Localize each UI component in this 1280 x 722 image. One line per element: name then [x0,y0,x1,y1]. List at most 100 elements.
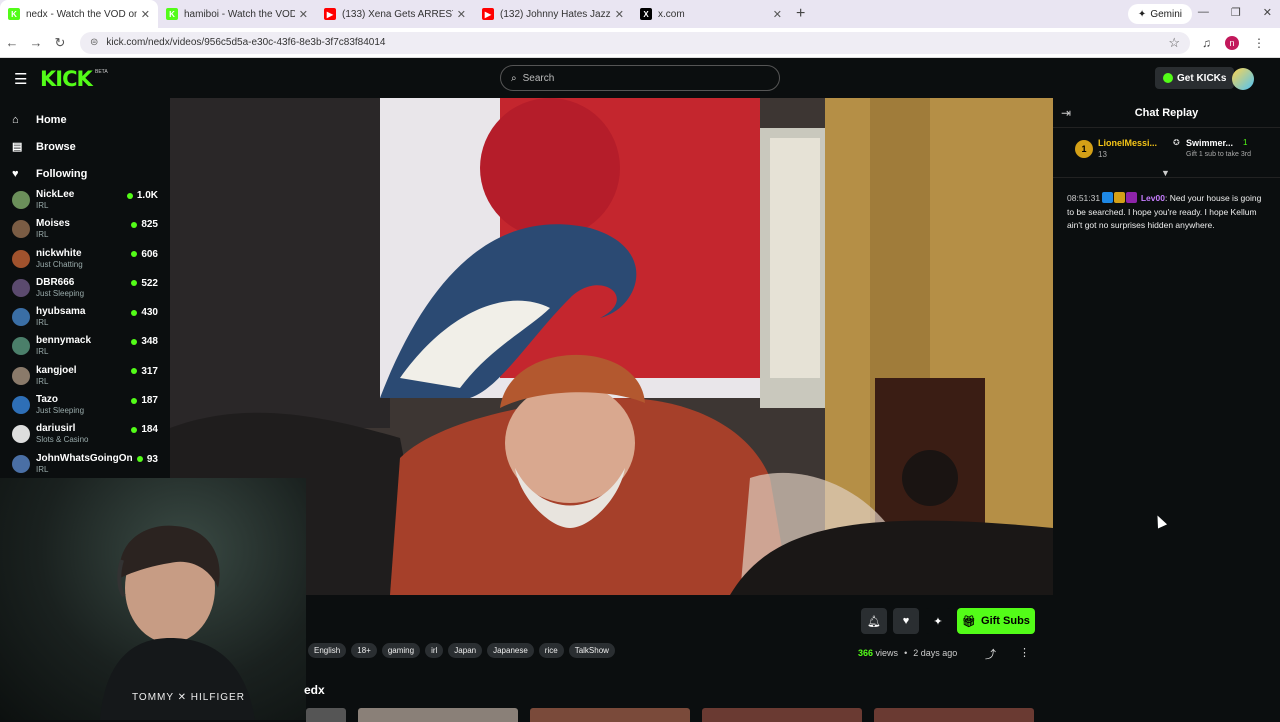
following-channel[interactable]: nickwhite Just Chatting 606 [0,246,170,275]
get-kicks-button[interactable]: Get KICKs [1155,67,1235,89]
gift-leaderboard: 1 LionelMessi... 13 ✪ Swimmer... 1 Gift … [1053,128,1280,178]
following-channel[interactable]: hyubsama IRL 430 [0,304,170,333]
browser-tab[interactable]: Knedx - Watch the VOD on K ✕ [0,0,158,28]
close-window-icon[interactable]: ✕ [1263,6,1272,19]
webcam-overlay: TOMMY ✕ HILFIGER [0,478,306,720]
sidebar-nav-browse[interactable]: ▤ Browse [0,133,170,160]
gifter-count: 13 [1098,150,1107,159]
gifter-badge-icon: ✪ [1173,138,1180,147]
browser-tab[interactable]: Xx.com ✕ [632,0,790,28]
following-channel[interactable]: bennymack IRL 348 [0,333,170,362]
views-label: views [875,648,899,658]
channel-avatar [12,220,30,239]
viewer-count-value: 184 [141,424,158,436]
close-tab-icon[interactable]: ✕ [299,8,308,21]
browser-tab[interactable]: Khamiboi - Watch the VOD on Ki ✕ [158,0,316,28]
gift-subs-button[interactable]: 🎁︎ Gift Subs [957,608,1035,634]
bell-icon: 🔔︎ [867,615,881,628]
kick-logo[interactable]: KICK [40,67,93,91]
message-username[interactable]: Lev00 [1141,193,1165,203]
expand-leaderboard-icon[interactable]: ▼ [1161,168,1170,178]
forward-icon[interactable]: → [24,35,48,50]
channel-category: Just Chatting [36,259,83,269]
channel-avatar [12,308,30,327]
following-channel[interactable]: NickLee IRL 1.0K [0,187,170,216]
live-dot-icon [131,251,138,258]
media-control-icon[interactable]: ♫ [1202,36,1211,50]
video-tag[interactable]: gaming [381,643,421,658]
site-info-icon[interactable]: ⊜ [90,37,98,48]
tab-favicon-icon: K [166,8,178,20]
close-tab-icon[interactable]: ✕ [773,8,782,21]
search-placeholder: Search [522,72,555,84]
tab-favicon-icon: ▶ [482,8,494,20]
notify-bell-button[interactable]: 🔔︎ [861,608,887,634]
browse-icon: ▤ [12,141,23,153]
channel-category: IRL [36,347,49,357]
gemini-button[interactable]: ✦ Gemini [1127,4,1192,24]
menu-kebab-icon[interactable]: ⋮ [1253,36,1265,50]
views-count: 366 [858,648,874,658]
close-tab-icon[interactable]: ✕ [141,8,150,21]
viewer-count-value: 93 [146,453,158,465]
live-dot-icon [131,221,138,228]
following-channel[interactable]: dariusirl Slots & Casino 184 [0,421,170,450]
back-icon[interactable]: ← [0,35,24,50]
viewer-count: 184 [131,424,158,435]
browser-tab[interactable]: ▶ (132) Johnny Hates Jazz - Shatt ✕ [474,0,632,28]
webcam-frame: TOMMY ✕ HILFIGER [100,525,255,720]
channel-avatar [12,366,30,385]
live-dot-icon [126,192,133,199]
minimize-icon[interactable]: — [1198,6,1209,19]
tab-favicon-icon: ▶ [324,8,336,20]
sidebar-nav-following[interactable]: ♥ Following [0,160,170,187]
gifter-note: Gift 1 sub to take 3rd [1186,151,1251,158]
close-tab-icon[interactable]: ✕ [457,8,466,21]
tab-list: Knedx - Watch the VOD on K ✕ Khamiboi - Wa… [0,0,790,28]
video-tag[interactable]: Japanese [487,643,534,658]
follow-heart-button[interactable]: ♥ [893,608,919,634]
sparkle-button[interactable]: ✦ [925,608,951,634]
sidebar-nav-home[interactable]: ⌂ Home [0,106,170,133]
kicks-coin-icon [1163,73,1173,83]
user-avatar[interactable] [1232,68,1254,90]
video-tag[interactable]: English [308,643,347,658]
live-dot-icon [131,426,138,433]
url-field[interactable]: ⊜ kick.com/nedx/videos/956c5d5a-e30c-43f… [80,31,1190,54]
video-tag[interactable]: TalkShow [568,643,615,658]
share-icon[interactable]: ⤴ [985,646,996,662]
tab-title: hamiboi - Watch the VOD on Ki [184,8,295,20]
close-tab-icon[interactable]: ✕ [615,8,624,21]
browser-tab[interactable]: ▶ (133) Xena Gets ARRESTED AG ✕ [316,0,474,28]
following-channel[interactable]: Moises IRL 825 [0,216,170,245]
video-tag[interactable]: Japan [448,643,483,658]
new-tab-button[interactable]: + [796,5,805,23]
hamburger-menu-icon[interactable]: ☰ [14,70,27,88]
reload-icon[interactable]: ↻ [48,35,72,51]
sidebar-nav-label: Following [36,167,88,180]
following-channel[interactable]: Tazo Just Sleeping 187 [0,392,170,421]
following-channel[interactable]: DBR666 Just Sleeping 522 [0,275,170,304]
viewer-count-value: 317 [141,365,158,377]
chat-header: ⇥ Chat Replay [1053,98,1280,128]
profile-avatar[interactable]: n [1225,35,1239,50]
following-channel[interactable]: kangjoel IRL 317 [0,363,170,392]
video-tag[interactable]: rice [538,643,564,658]
chat-title: Chat Replay [1134,107,1199,119]
video-age: 2 days ago [913,648,958,658]
bookmark-star-icon[interactable]: ☆ [1168,35,1180,51]
viewer-count-value: 606 [141,248,158,260]
search-icon: ⌕ [511,72,517,84]
tab-favicon-icon: X [640,8,652,20]
video-tag[interactable]: irl [425,643,444,658]
window-controls: — ❐ ✕ [1198,6,1272,19]
viewer-count: 187 [131,395,158,406]
more-options-icon[interactable]: ⋮ [1019,646,1030,659]
maximize-icon[interactable]: ❐ [1231,6,1241,19]
video-tag[interactable]: 18+ [351,643,377,658]
gift-icon: 🎁︎ [962,615,977,628]
following-channel[interactable]: JohnWhatsGoingOn IRL 93 [0,451,170,478]
live-dot-icon [131,338,138,345]
viewer-count: 522 [131,278,158,289]
search-input[interactable]: ⌕ Search [500,65,780,91]
